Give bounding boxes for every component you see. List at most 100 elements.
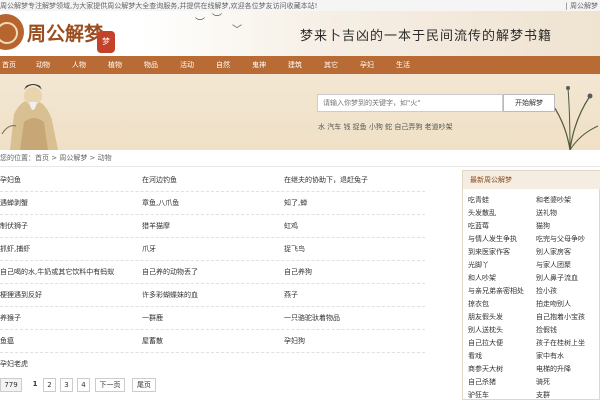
- header: 周公解梦 梦 ︶ ︶ ﹀ 梦来卜吉凶的一本于民间流传的解梦书籍: [0, 11, 600, 56]
- list-item[interactable]: 爪牙: [142, 244, 156, 254]
- nav-item-animals[interactable]: 动物: [30, 56, 56, 74]
- list-item[interactable]: 孕妇狗: [284, 336, 305, 346]
- sage-illustration: [1, 84, 58, 150]
- nav-item-other[interactable]: 其它: [318, 56, 344, 74]
- list-item[interactable]: 在继夫的协助下，退赶兔子: [284, 175, 368, 185]
- site-notice: 周公解梦专注解梦领域,为大家提供周公解梦大全查询服务,并提供在线解梦,欢迎各位梦…: [0, 2, 318, 10]
- list-item[interactable]: 遇蝉剥蟹: [0, 198, 28, 208]
- list-row: 制伏狮子 猎羊猫摩 虹鸡: [0, 214, 425, 238]
- list-item[interactable]: 一群鹿: [142, 313, 163, 323]
- nav-item-home[interactable]: 首页: [0, 56, 22, 74]
- divider: [0, 166, 600, 167]
- nav-item-plants[interactable]: 植物: [102, 56, 128, 74]
- sidebar-item[interactable]: 捡假钱: [536, 325, 557, 335]
- next-page-button[interactable]: 下一页: [95, 378, 125, 392]
- sidebar-item[interactable]: 自己拉大便: [468, 338, 503, 348]
- last-page-button[interactable]: 尾页: [132, 378, 156, 392]
- sidebar-item[interactable]: 自己杀猪: [468, 377, 496, 387]
- sidebar-item[interactable]: 支群: [536, 390, 550, 400]
- list-item[interactable]: 知了,蝉: [284, 198, 307, 208]
- list-item[interactable]: 一只骆驼驮着物品: [284, 313, 340, 323]
- sidebar-item[interactable]: 头发散乱: [468, 208, 496, 218]
- sidebar-item[interactable]: 拍走吻别人: [536, 299, 571, 309]
- sidebar-item[interactable]: 掠衣包: [468, 299, 489, 309]
- sidebar-item[interactable]: 看戏: [468, 351, 482, 361]
- site-name-link[interactable]: | 周公解梦: [565, 1, 598, 11]
- list-item[interactable]: 养猴子: [0, 313, 21, 323]
- site-slogan: 梦来卜吉凶的一本于民间流传的解梦书籍: [300, 29, 553, 44]
- sidebar-item[interactable]: 驴狂车: [468, 390, 489, 400]
- list-item[interactable]: 捉飞鸟: [284, 244, 305, 254]
- search-input[interactable]: [317, 94, 503, 112]
- sidebar-item[interactable]: 与情人发生争执: [468, 234, 517, 244]
- list-item[interactable]: 自己养的动物丢了: [142, 267, 198, 277]
- sidebar-item[interactable]: 别人家房客: [536, 247, 571, 257]
- sidebar-item[interactable]: 吃青蛙: [468, 195, 489, 205]
- bird-icon: ︶: [195, 18, 205, 29]
- sidebar-item[interactable]: 孩子在桂树上坐: [536, 338, 585, 348]
- sidebar-item[interactable]: 光脚丫: [468, 260, 489, 270]
- list-item[interactable]: 孕妇鱼: [0, 175, 21, 185]
- list-item[interactable]: 制伏狮子: [0, 221, 28, 231]
- sidebar-item[interactable]: 和老婆吵架: [536, 195, 571, 205]
- list-item[interactable]: 自己养狗: [284, 267, 312, 277]
- list-item[interactable]: 燕子: [284, 290, 298, 300]
- logo-icon[interactable]: [0, 14, 24, 50]
- list-item[interactable]: 在河边钓鱼: [142, 175, 177, 185]
- sidebar-item[interactable]: 骑死: [536, 377, 550, 387]
- sidebar-item[interactable]: 捡小孩: [536, 286, 557, 296]
- list-item[interactable]: 许多彩蝴蝶妹的血: [142, 290, 198, 300]
- nav-item-life[interactable]: 生活: [390, 56, 416, 74]
- site-logo-text[interactable]: 周公解梦: [27, 19, 103, 46]
- sidebar-item[interactable]: 别人鼻子流血: [536, 273, 578, 283]
- latest-dreams-panel: 最新周公解梦 吃青蛙 和老婆吵架 头发散乱 送礼物 吃蓝莓 猫狗 与情人发生争执…: [462, 170, 600, 400]
- list-item[interactable]: 屋蓄散: [142, 336, 163, 346]
- list-item[interactable]: 抓虾,捕虾: [0, 244, 30, 254]
- orchid-illustration: [549, 86, 599, 150]
- nav-item-pregnant[interactable]: 孕妇: [354, 56, 380, 74]
- page-link[interactable]: 2: [43, 378, 56, 392]
- panel-title: 最新周公解梦: [463, 171, 600, 189]
- nav-item-objects[interactable]: 物品: [138, 56, 164, 74]
- page-link[interactable]: 3: [60, 378, 73, 392]
- list-item[interactable]: 猎羊猫摩: [142, 221, 170, 231]
- sidebar-item[interactable]: 送礼物: [536, 208, 557, 218]
- list-row: 遇蝉剥蟹 章鱼,八爪鱼 知了,蝉: [0, 191, 425, 215]
- list-item[interactable]: 虹鸡: [284, 221, 298, 231]
- hot-keywords[interactable]: 水 汽车 钱 捉鱼 小狗 蛇 自己弄狗 老道吵架: [318, 122, 453, 132]
- sidebar-item[interactable]: 到来医家作客: [468, 247, 510, 257]
- total-count: 779: [0, 378, 22, 392]
- list-item[interactable]: 鱼瘟: [0, 336, 14, 346]
- search-button[interactable]: 开始解梦: [503, 94, 555, 112]
- nav-item-spirits[interactable]: 鬼神: [246, 56, 272, 74]
- sidebar-item[interactable]: 别人送枕头: [468, 325, 503, 335]
- list-row: 抓虾,捕虾 爪牙 捉飞鸟: [0, 237, 425, 261]
- list-row: 自己喝的水,牛奶或其它饮料中有蚂蚁 自己养的动物丢了 自己养狗: [0, 260, 425, 284]
- sidebar-item[interactable]: 商参天大树: [468, 364, 503, 374]
- nav-item-buildings[interactable]: 建筑: [282, 56, 308, 74]
- sidebar-item[interactable]: 与家人团聚: [536, 260, 571, 270]
- page-current: 1: [29, 378, 41, 392]
- sidebar-item[interactable]: 吃完与父母争吵: [536, 234, 585, 244]
- list-row: 孕妇鱼 在河边钓鱼 在继夫的协助下，退赶兔子: [0, 168, 425, 192]
- sidebar-item[interactable]: 和人吵架: [468, 273, 496, 283]
- list-item[interactable]: 孕妇老虎: [0, 359, 28, 369]
- list-item[interactable]: 章鱼,八爪鱼: [142, 198, 179, 208]
- nav-item-people[interactable]: 人物: [66, 56, 92, 74]
- list-item[interactable]: 梗狸遇到反好: [0, 290, 42, 300]
- list-row: 鱼瘟 屋蓄散 孕妇狗: [0, 329, 425, 353]
- breadcrumb[interactable]: 您的位置：首页 > 周公解梦 > 动物: [0, 153, 112, 163]
- sidebar-item[interactable]: 家中有水: [536, 351, 564, 361]
- sidebar-item[interactable]: 猫狗: [536, 221, 550, 231]
- nav-item-nature[interactable]: 自然: [210, 56, 236, 74]
- sidebar-item[interactable]: 朋友假头发: [468, 312, 503, 322]
- sidebar-item[interactable]: 自己抱着小宝孩: [536, 312, 585, 322]
- list-item[interactable]: 自己喝的水,牛奶或其它饮料中有蚂蚁: [0, 267, 114, 277]
- list-row: 养猴子 一群鹿 一只骆驼驮着物品: [0, 306, 425, 330]
- sidebar-item[interactable]: 电梯的升降: [536, 364, 571, 374]
- page-link[interactable]: 4: [77, 378, 90, 392]
- sidebar-item[interactable]: 吃蓝莓: [468, 221, 489, 231]
- sidebar-item[interactable]: 与亲兄弟亲密相处: [468, 286, 524, 296]
- list-row: 梗狸遇到反好 许多彩蝴蝶妹的血 燕子: [0, 283, 425, 307]
- nav-item-activities[interactable]: 活动: [174, 56, 200, 74]
